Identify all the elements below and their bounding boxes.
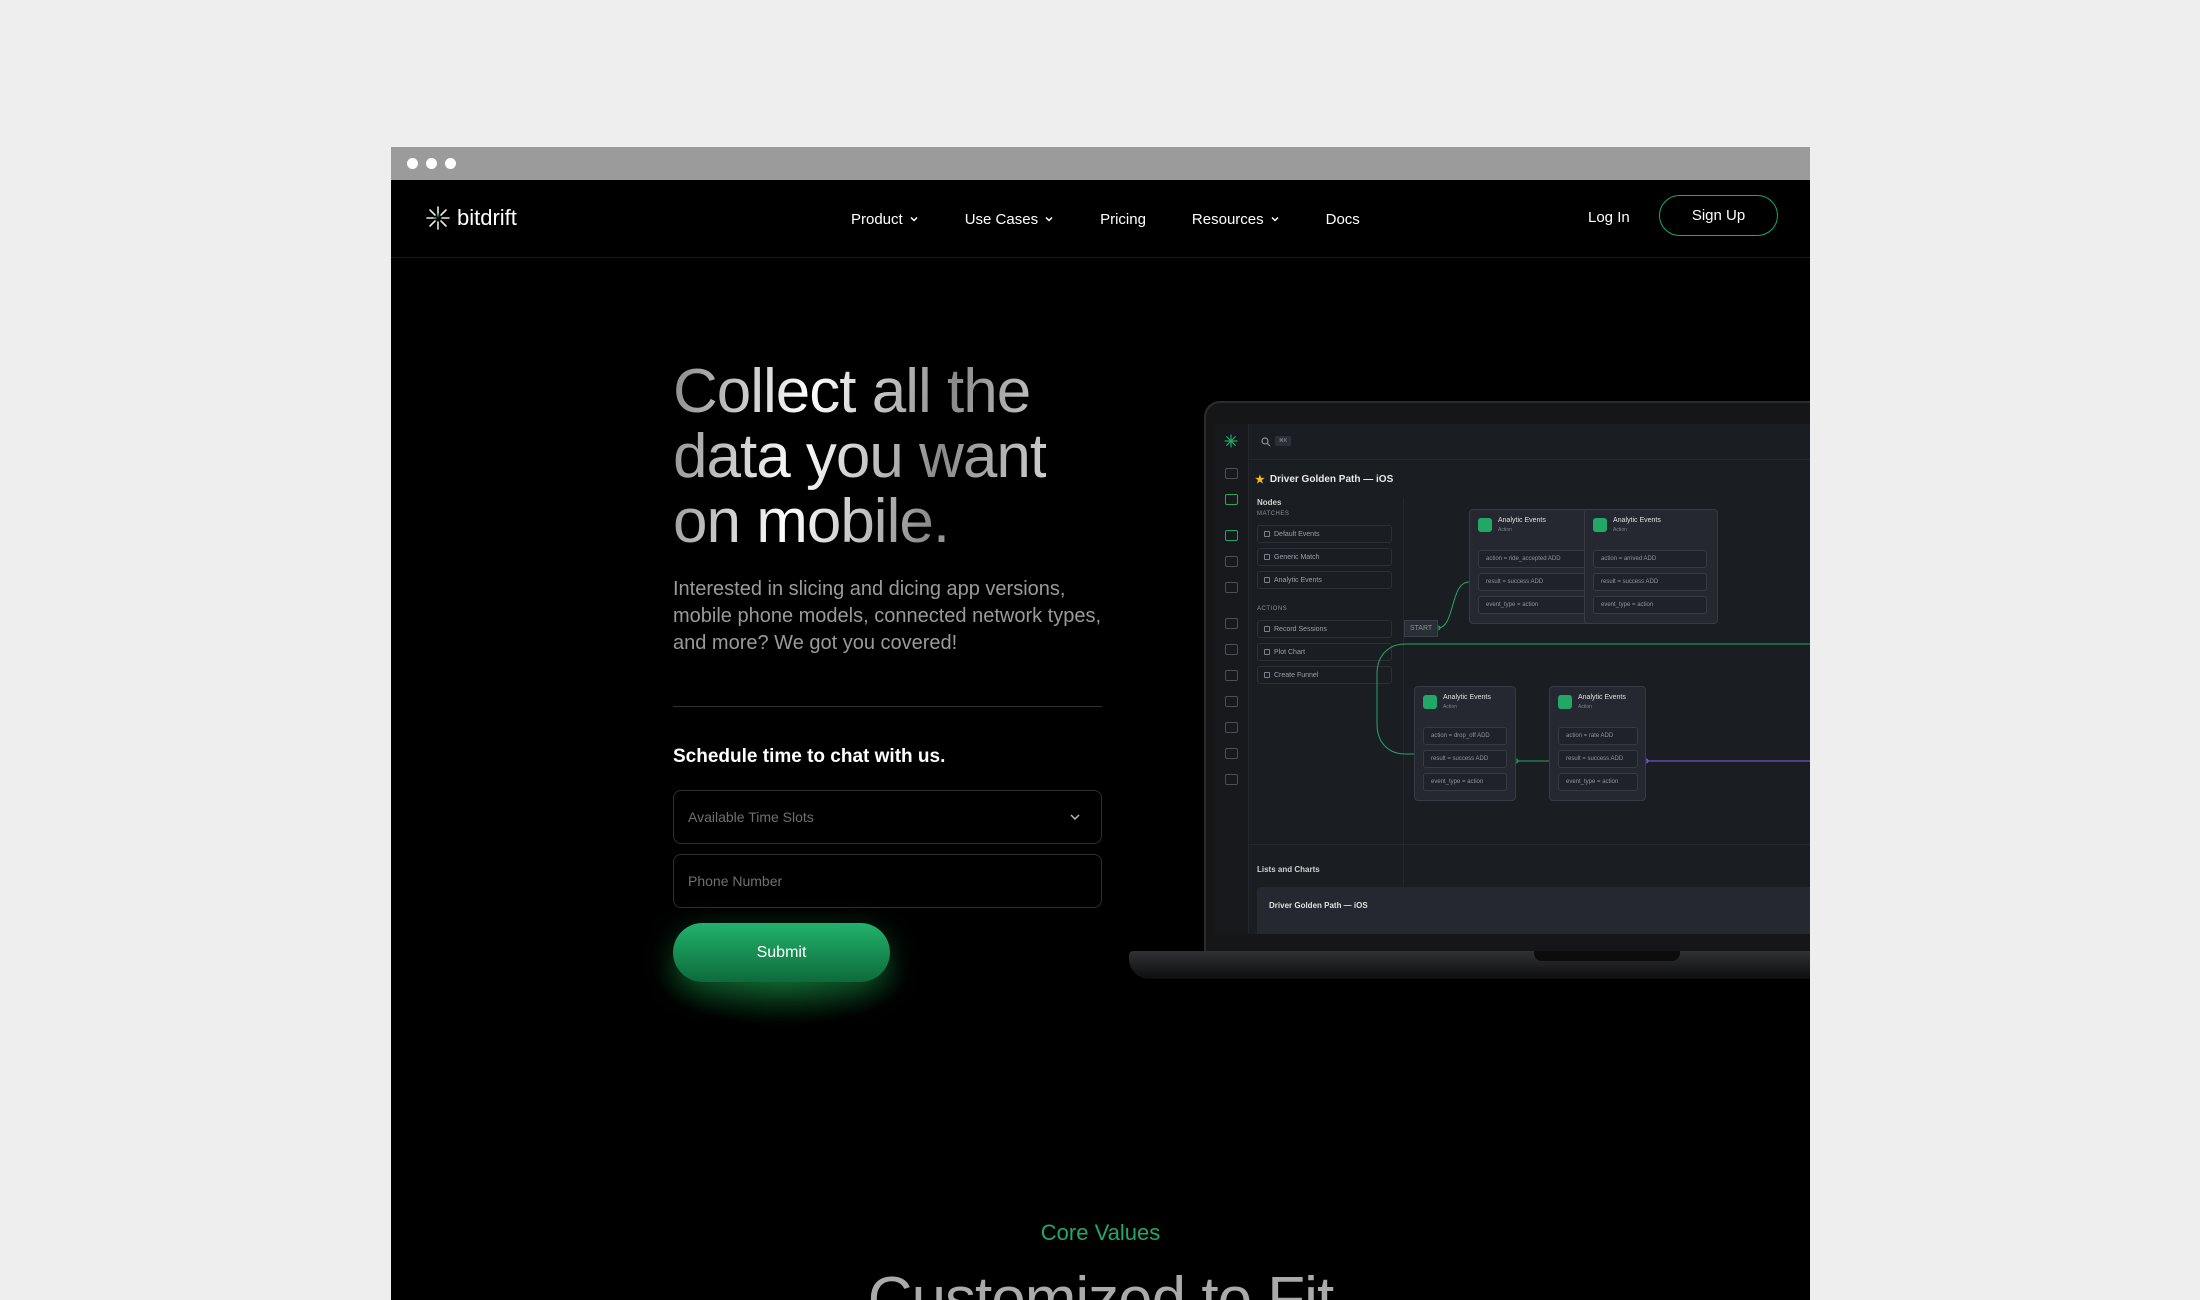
time-slots-placeholder: Available Time Slots: [688, 809, 814, 825]
browser-titlebar: [391, 147, 1810, 180]
lists-heading: Lists and Charts: [1257, 865, 1320, 874]
nav-pricing[interactable]: Pricing: [1100, 211, 1146, 228]
lists-and-charts-panel: Lists and Charts Driver Golden Path — iO…: [1249, 844, 1810, 934]
analytics-icon: [1478, 518, 1492, 532]
workflow-card[interactable]: Analytic Events Action action = arrived …: [1584, 509, 1718, 624]
card-condition[interactable]: result = success ADD: [1593, 573, 1707, 591]
nav-resources[interactable]: Resources: [1192, 211, 1280, 228]
app-screenshot: ⌘K ★ Driver Golden Path — iOS Nodes MATC…: [1215, 424, 1810, 934]
main-menu: Product Use Cases Pricing Resources Docs: [851, 180, 1406, 258]
form-divider: [673, 706, 1102, 707]
signup-button[interactable]: Sign Up: [1659, 195, 1778, 236]
nav-use-cases[interactable]: Use Cases: [965, 211, 1054, 228]
chevron-down-icon: [1045, 216, 1053, 222]
workflow-card[interactable]: Analytic Events Action action = drop_off…: [1414, 686, 1516, 801]
card-condition[interactable]: result = success ADD: [1558, 750, 1638, 768]
workflow-card[interactable]: Analytic Events Action action = ride_acc…: [1469, 509, 1603, 624]
analytics-icon: [1558, 695, 1572, 709]
chevron-down-icon: [910, 216, 918, 222]
workflow-card[interactable]: Analytic Events Action action = rate ADD…: [1549, 686, 1646, 801]
brand-name: bitdrift: [457, 205, 517, 230]
card-title: Analytic Events: [1613, 517, 1661, 524]
browser-window: bitdrift Product Use Cases Pricing Resou…: [391, 147, 1810, 1300]
card-condition[interactable]: event_type = action: [1478, 596, 1592, 614]
card-condition[interactable]: action = ride_accepted ADD: [1478, 550, 1592, 568]
laptop-mockup: ⌘K ★ Driver Golden Path — iOS Nodes MATC…: [1129, 401, 1810, 981]
card-condition[interactable]: action = drop_off ADD: [1423, 727, 1507, 745]
card-title: Analytic Events: [1578, 694, 1626, 701]
card-condition[interactable]: action = arrived ADD: [1593, 550, 1707, 568]
nav-product[interactable]: Product: [851, 211, 919, 228]
card-subtitle: Action: [1498, 527, 1512, 533]
section-heading: Customized to Fit: [867, 1265, 1334, 1300]
nav-resources-label: Resources: [1191, 210, 1264, 228]
nav-docs-label: Docs: [1325, 210, 1360, 228]
card-subtitle: Action: [1443, 704, 1457, 710]
top-navigation: bitdrift Product Use Cases Pricing Resou…: [391, 180, 1810, 258]
card-condition[interactable]: event_type = action: [1423, 773, 1507, 791]
card-condition[interactable]: result = success ADD: [1478, 573, 1592, 591]
hero-title: Collect all the data you want on mobile.: [673, 359, 1046, 554]
start-node[interactable]: START: [1404, 620, 1438, 637]
card-condition[interactable]: result = success ADD: [1423, 750, 1507, 768]
analytics-icon: [1593, 518, 1607, 532]
lists-card-title: Driver Golden Path — iOS: [1269, 901, 1368, 910]
hero-title-line-3: on mobile.: [673, 487, 950, 556]
laptop-notch: [1534, 951, 1680, 961]
login-link[interactable]: Log In: [1588, 209, 1630, 226]
hero-title-line-1: Collect all the: [673, 357, 1031, 426]
bitdrift-logo-icon: [426, 206, 450, 230]
window-dot-2[interactable]: [426, 158, 437, 169]
window-dot-3[interactable]: [445, 158, 456, 169]
card-condition[interactable]: event_type = action: [1593, 596, 1707, 614]
chevron-down-icon: [1271, 216, 1279, 222]
card-subtitle: Action: [1578, 704, 1592, 710]
laptop-base: [1129, 951, 1810, 979]
card-condition[interactable]: event_type = action: [1558, 773, 1638, 791]
hero-subtitle: Interested in slicing and dicing app ver…: [673, 578, 1102, 654]
nav-pricing-label: Pricing: [1100, 210, 1146, 228]
chevron-down-icon: [1070, 814, 1080, 821]
phone-number-field[interactable]: Phone Number: [673, 854, 1102, 908]
card-title: Analytic Events: [1498, 517, 1546, 524]
brand-logo[interactable]: bitdrift: [425, 205, 517, 231]
nav-docs[interactable]: Docs: [1326, 211, 1360, 228]
nav-use-cases-label: Use Cases: [964, 210, 1039, 228]
card-title: Analytic Events: [1443, 694, 1491, 701]
core-values-eyebrow: Core Values: [1040, 1220, 1161, 1245]
schedule-heading: Schedule time to chat with us.: [673, 746, 946, 767]
analytics-icon: [1423, 695, 1437, 709]
window-dot-1[interactable]: [407, 158, 418, 169]
nav-product-label: Product: [851, 210, 903, 228]
laptop-lid: ⌘K ★ Driver Golden Path — iOS Nodes MATC…: [1204, 401, 1810, 953]
card-condition[interactable]: action = rate ADD: [1558, 727, 1638, 745]
hero-title-line-2: data you want: [673, 422, 1047, 491]
card-subtitle: Action: [1613, 527, 1627, 533]
submit-button[interactable]: Submit: [673, 923, 890, 982]
phone-number-placeholder: Phone Number: [688, 873, 783, 889]
lists-card[interactable]: Driver Golden Path — iOS: [1257, 887, 1810, 934]
time-slots-select[interactable]: Available Time Slots: [673, 790, 1102, 844]
